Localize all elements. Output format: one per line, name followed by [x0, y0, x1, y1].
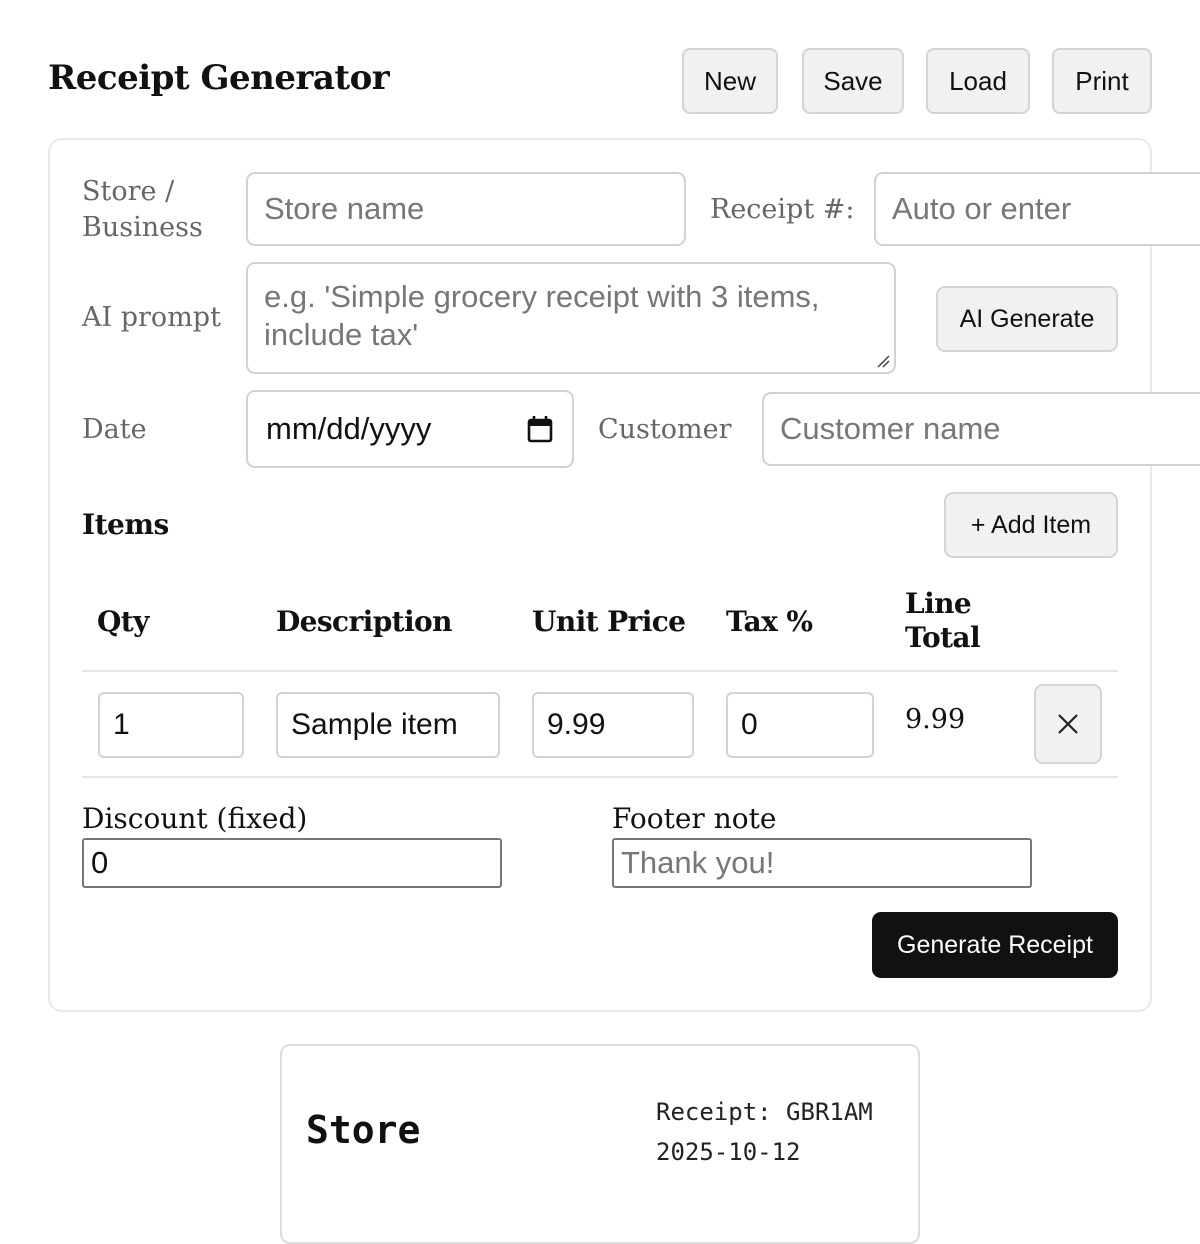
receipt-preview: Store Receipt: GBR1AM 2025-10-12 [280, 1044, 920, 1244]
table-header-divider [82, 670, 1118, 672]
customer-label: Customer [598, 414, 732, 445]
preview-date: 2025-10-12 [656, 1138, 801, 1166]
date-placeholder: mm/dd/yyyy [266, 411, 432, 446]
calendar-icon[interactable] [526, 414, 554, 444]
item-description-input[interactable] [276, 692, 500, 758]
discount-input[interactable] [82, 838, 502, 888]
store-name-input[interactable] [246, 172, 686, 246]
close-icon [1058, 714, 1078, 734]
receipt-number-label: Receipt #: [710, 194, 855, 225]
load-button[interactable]: Load [926, 48, 1030, 114]
footer-note-input[interactable] [612, 838, 1032, 888]
generate-receipt-button[interactable]: Generate Receipt [872, 912, 1118, 978]
remove-item-button[interactable] [1034, 684, 1102, 764]
date-label: Date [82, 414, 147, 445]
date-input[interactable]: mm/dd/yyyy [246, 390, 574, 468]
ai-generate-button[interactable]: AI Generate [936, 286, 1118, 352]
save-button[interactable]: Save [802, 48, 904, 114]
ai-prompt-label: AI prompt [82, 302, 221, 333]
preview-store-name: Store [306, 1108, 421, 1152]
item-unit-price-input[interactable] [532, 692, 694, 758]
receipt-number-input[interactable] [874, 172, 1200, 246]
page-title: Receipt Generator [48, 58, 390, 98]
store-label-line1: Store / [82, 176, 175, 207]
column-header-line-total-line1: Line [905, 587, 972, 620]
preview-receipt-number: Receipt: GBR1AM [656, 1098, 873, 1126]
item-qty-input[interactable] [98, 692, 244, 758]
footer-note-label: Footer note [612, 802, 777, 835]
discount-label: Discount (fixed) [82, 802, 308, 835]
column-header-qty: Qty [97, 605, 149, 638]
customer-name-input[interactable] [762, 392, 1200, 466]
column-header-tax: Tax % [726, 605, 813, 638]
add-item-button[interactable]: + Add Item [944, 492, 1118, 558]
column-header-line-total-line2: Total [905, 621, 981, 654]
print-button[interactable]: Print [1052, 48, 1152, 114]
item-line-total: 9.99 [905, 704, 966, 735]
items-heading: Items [82, 508, 169, 541]
item-tax-input[interactable] [726, 692, 874, 758]
column-header-unit-price: Unit Price [532, 605, 686, 638]
new-button[interactable]: New [682, 48, 778, 114]
column-header-line-total: Line Total [905, 587, 981, 655]
table-row-divider [82, 776, 1118, 778]
column-header-description: Description [276, 605, 452, 638]
ai-prompt-textarea[interactable] [246, 262, 896, 374]
resize-grip-icon[interactable] [874, 352, 890, 368]
store-label: Store / Business [82, 174, 203, 246]
store-label-line2: Business [82, 212, 203, 243]
